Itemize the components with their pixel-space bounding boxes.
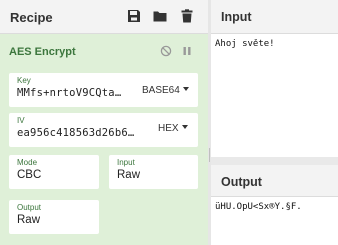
output-format-label: Output — [17, 203, 42, 212]
output-text[interactable]: üHÜ.ÕpÜ<Sx®Ý.§F. — [215, 202, 335, 242]
chevron-down-icon — [182, 87, 189, 91]
iv-format-label: HEX — [158, 123, 179, 134]
operation-title: AES Encrypt — [9, 46, 76, 58]
vertical-splitter[interactable] — [208, 0, 211, 245]
mode-label: Mode — [17, 158, 38, 167]
horizontal-splitter[interactable] — [211, 157, 338, 165]
mode-value[interactable]: CBC — [17, 169, 41, 181]
input-textarea[interactable]: Ahoj světe! — [215, 39, 335, 149]
output-header: Output — [211, 165, 338, 197]
recipe-pane: Recipe AES Encrypt Key MMfs+nrtoV9CQta… … — [0, 0, 208, 245]
output-format-field[interactable]: Output Raw — [9, 200, 99, 234]
folder-icon[interactable] — [153, 9, 167, 23]
save-icon[interactable] — [127, 9, 141, 23]
key-format-label: BASE64 — [142, 85, 180, 96]
chevron-down-icon — [181, 125, 188, 129]
recipe-title: Recipe — [10, 10, 53, 25]
key-value[interactable]: MMfs+nrtoV9CQta… — [17, 87, 129, 99]
iv-format-dropdown[interactable]: HEX — [158, 123, 188, 134]
key-label: Key — [17, 76, 31, 85]
disable-icon[interactable] — [160, 44, 172, 57]
output-format-value[interactable]: Raw — [17, 214, 40, 226]
input-format-value[interactable]: Raw — [117, 169, 140, 181]
iv-value[interactable]: ea956c418563d26b6… — [17, 127, 137, 139]
splitter-grip — [209, 148, 210, 162]
input-format-field[interactable]: Input Raw — [109, 155, 198, 189]
mode-field[interactable]: Mode CBC — [9, 155, 99, 189]
input-header: Input — [211, 0, 338, 34]
iv-field[interactable]: IV ea956c418563d26b6… HEX — [9, 113, 198, 147]
iv-label: IV — [17, 116, 25, 125]
key-field[interactable]: Key MMfs+nrtoV9CQta… BASE64 — [9, 73, 198, 107]
recipe-header: Recipe — [0, 0, 208, 34]
trash-icon[interactable] — [180, 9, 194, 23]
cyberchef-window: Recipe AES Encrypt Key MMfs+nrtoV9CQta… … — [0, 0, 338, 245]
output-title: Output — [221, 175, 262, 189]
key-format-dropdown[interactable]: BASE64 — [142, 85, 189, 96]
aes-encrypt-operation: AES Encrypt Key MMfs+nrtoV9CQta… BASE64 — [0, 34, 208, 245]
pause-icon[interactable] — [181, 44, 193, 56]
input-title: Input — [221, 10, 252, 24]
input-format-label: Input — [117, 158, 135, 167]
